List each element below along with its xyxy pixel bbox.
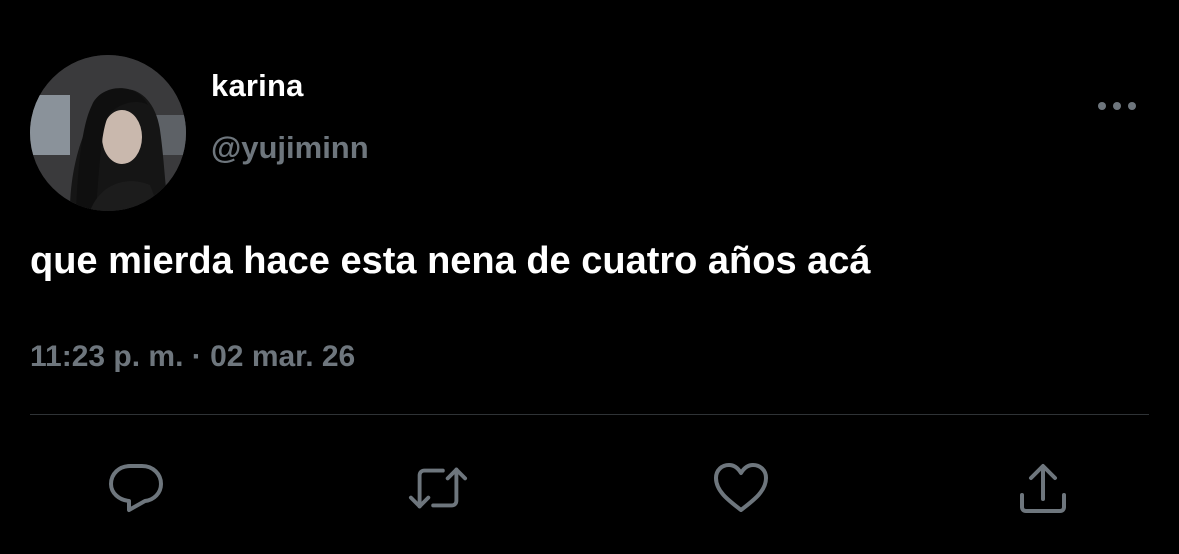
more-options-button[interactable] [1094,92,1140,120]
tweet-date[interactable]: 02 mar. 26 [210,340,355,373]
like-button[interactable] [711,460,771,516]
share-button[interactable] [1013,460,1073,516]
display-name[interactable]: karina [211,68,304,104]
more-horizontal-icon [1098,102,1136,110]
reply-bubble-icon [109,464,163,512]
tweet-text: que mierda hace esta nena de cuatro años… [30,240,871,282]
tweet-metadata: 11:23 p. m. · 02 mar. 26 [30,340,355,374]
share-upload-icon [1020,464,1066,513]
avatar-photo [30,55,186,211]
meta-separator: · [191,340,202,373]
user-handle[interactable]: @yujiminn [211,130,369,166]
heart-icon [714,463,768,512]
avatar[interactable] [30,55,186,211]
tweet-time[interactable]: 11:23 p. m. [30,340,183,373]
reply-button[interactable] [106,460,166,516]
retweet-icon [408,467,468,509]
divider [30,414,1149,415]
retweet-button[interactable] [408,460,468,516]
